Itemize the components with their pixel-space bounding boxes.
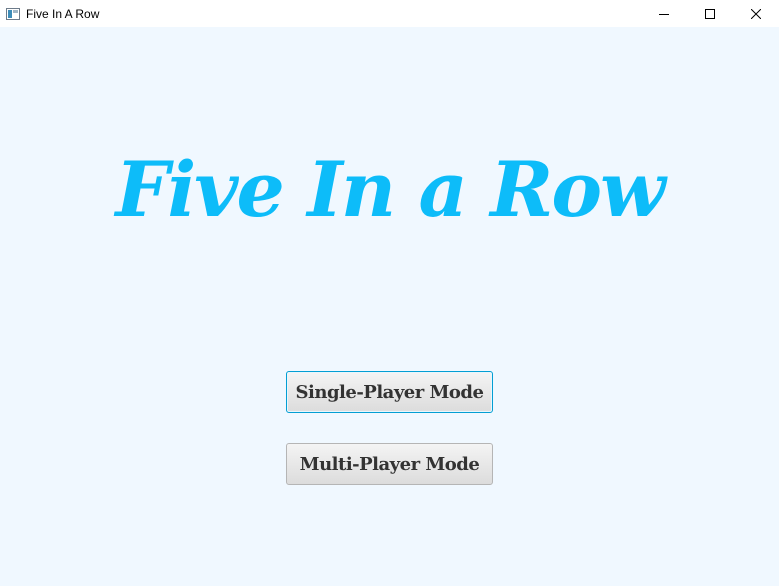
window-controls	[641, 0, 779, 27]
game-title: Five In a Row	[115, 145, 665, 234]
window-title: Five In A Row	[26, 6, 100, 21]
close-button[interactable]	[733, 0, 779, 27]
close-icon	[751, 8, 761, 19]
maximize-button[interactable]	[687, 0, 733, 27]
app-window: Five In A Row Five In a Row Single-Playe…	[0, 0, 779, 586]
maximize-icon	[705, 8, 715, 19]
title-bar[interactable]: Five In A Row	[0, 0, 779, 27]
multi-player-button[interactable]: Multi-Player Mode	[286, 443, 493, 485]
minimize-icon	[659, 9, 669, 19]
app-icon	[6, 7, 20, 20]
single-player-button[interactable]: Single-Player Mode	[286, 371, 493, 413]
main-content: Five In a Row Single-Player Mode Multi-P…	[0, 27, 779, 586]
minimize-button[interactable]	[641, 0, 687, 27]
